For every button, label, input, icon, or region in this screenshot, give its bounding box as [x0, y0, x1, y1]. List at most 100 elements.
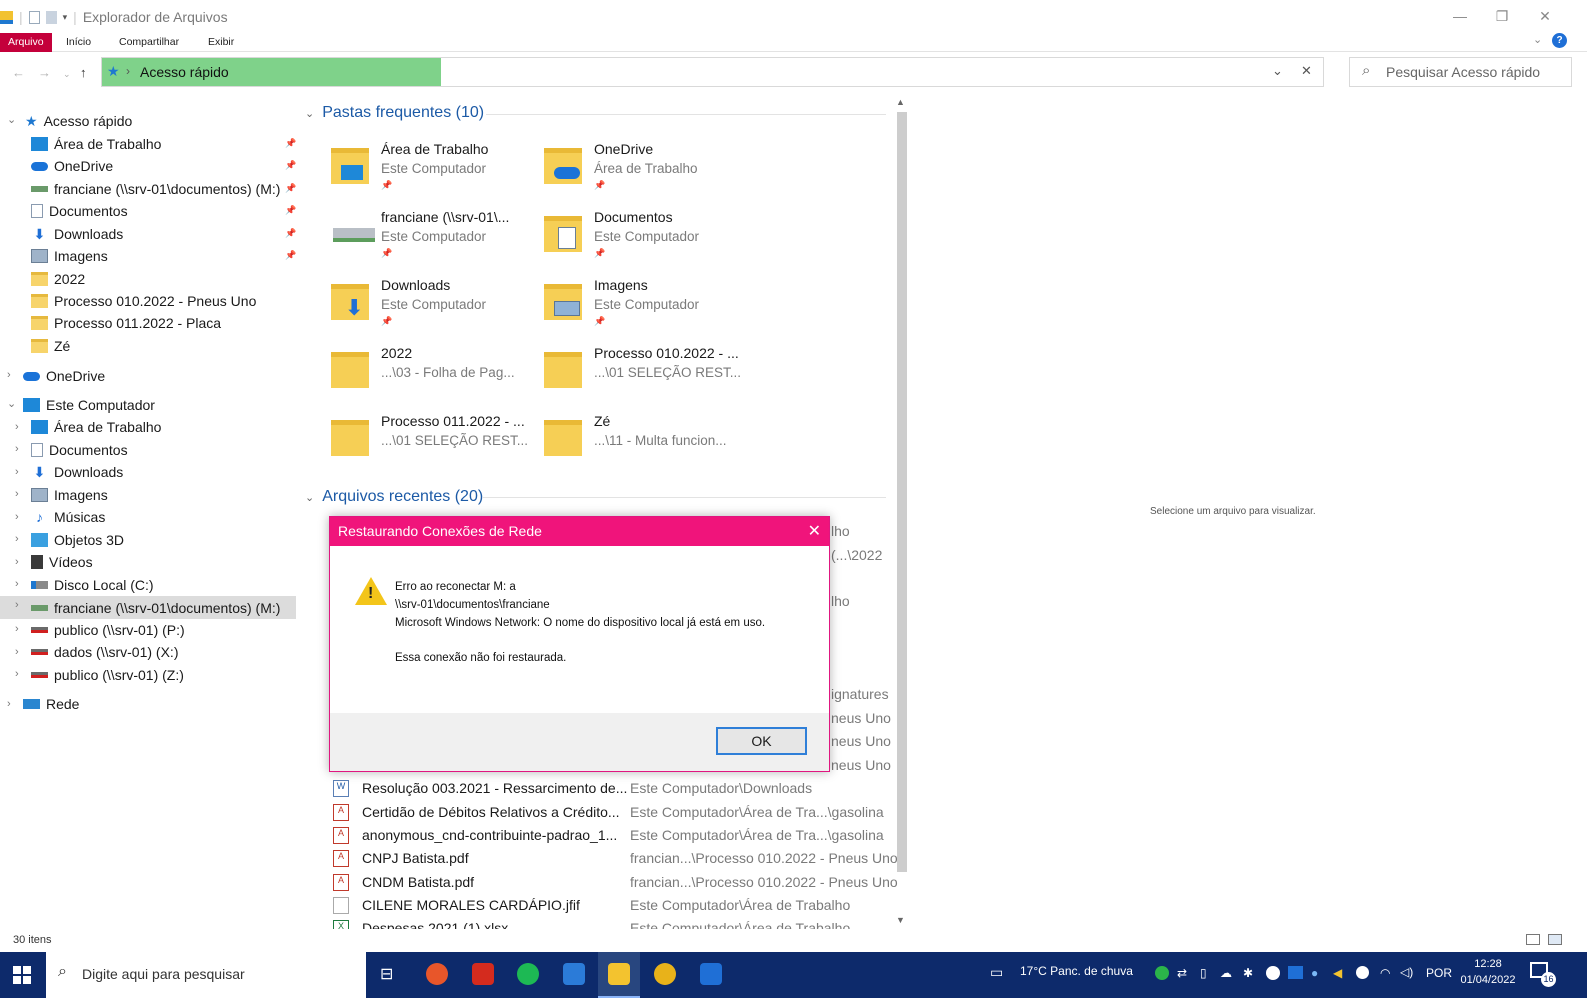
chevron-down-icon[interactable]: ⌄: [7, 113, 16, 126]
recent-locations-icon[interactable]: ⌄: [63, 69, 71, 80]
tray-app-icon[interactable]: ✱: [1243, 966, 1253, 980]
address-dropdown-icon[interactable]: ⌄: [1272, 63, 1283, 79]
acrobat-icon[interactable]: [472, 963, 494, 985]
nav-pc-item-selected[interactable]: › franciane (\\srv-01\documentos) (M:): [0, 596, 296, 619]
nav-pc-item[interactable]: Vídeos: [31, 551, 93, 573]
tray-network-icon[interactable]: ⇄: [1177, 966, 1187, 980]
volume-icon[interactable]: ◁): [1400, 965, 1413, 979]
chevron-right-icon[interactable]: ›: [15, 578, 19, 590]
folder-tile[interactable]: Área de Trabalho Este Computador 📌: [331, 138, 541, 200]
recent-files-header[interactable]: ⌄ Arquivos recentes (20): [305, 488, 483, 506]
chevron-right-icon[interactable]: ›: [15, 668, 19, 680]
customize-qat-icon[interactable]: ▾: [63, 12, 68, 23]
up-icon[interactable]: ↑: [80, 65, 87, 80]
folder-tile[interactable]: Processo 010.2022 - ... ...\01 SELEÇÃO R…: [544, 342, 754, 404]
chevron-right-icon[interactable]: ›: [15, 556, 19, 568]
nav-pc-item[interactable]: Imagens: [31, 484, 108, 506]
chevron-right-icon[interactable]: ›: [15, 623, 19, 635]
nav-network[interactable]: Rede: [23, 693, 79, 715]
calculator-icon[interactable]: [563, 963, 585, 985]
weather-widget[interactable]: 17°C Panc. de chuva: [1020, 964, 1133, 978]
recent-file-row[interactable]: W Resolução 003.2021 - Ressarcimento de.…: [333, 777, 893, 799]
new-folder-icon[interactable]: [45, 10, 57, 24]
ok-button[interactable]: OK: [716, 727, 807, 755]
pin-icon[interactable]: 📌: [285, 138, 296, 149]
tab-arquivo[interactable]: Arquivo: [0, 33, 52, 52]
nav-pc-item[interactable]: Área de Trabalho: [31, 416, 161, 438]
folder-tile[interactable]: ⬇ Downloads Este Computador 📌: [331, 274, 541, 336]
chevron-right-icon[interactable]: ›: [15, 533, 19, 545]
explorer-icon[interactable]: [0, 10, 13, 24]
tray-sync-icon[interactable]: ☁: [1220, 966, 1232, 980]
minimize-button[interactable]: —: [1440, 8, 1480, 24]
pin-icon[interactable]: 📌: [285, 250, 296, 261]
dialog-close-icon[interactable]: ✕: [808, 521, 821, 541]
address-path[interactable]: Acesso rápido: [140, 64, 229, 80]
tray-app-icon[interactable]: [1356, 966, 1369, 979]
nav-pc-item[interactable]: Documentos: [31, 439, 128, 461]
chevron-right-icon[interactable]: ›: [15, 488, 19, 500]
tray-usb-icon[interactable]: ▯: [1200, 966, 1207, 980]
tray-app-icon[interactable]: ●: [1311, 966, 1318, 980]
tray-app-icon[interactable]: ◀: [1333, 966, 1342, 980]
vertical-scrollbar[interactable]: ▲ ▼: [893, 97, 909, 930]
chevron-right-icon[interactable]: ›: [15, 466, 19, 478]
folder-tile[interactable]: OneDrive Área de Trabalho 📌: [544, 138, 754, 200]
folder-tile[interactable]: Imagens Este Computador 📌: [544, 274, 754, 336]
breadcrumb-chevron-icon[interactable]: ›: [126, 64, 130, 78]
forward-icon[interactable]: →: [38, 65, 51, 80]
windows-start-icon[interactable]: [13, 966, 31, 984]
taskbar-search-input[interactable]: ⌕ Digite aqui para pesquisar: [46, 952, 366, 998]
close-button[interactable]: ✕: [1525, 8, 1565, 25]
tab-exibir[interactable]: Exibir: [200, 33, 242, 52]
task-view-icon[interactable]: ⊟: [380, 964, 393, 984]
chevron-right-icon[interactable]: ›: [15, 421, 19, 433]
nav-pc-item[interactable]: ⬇ Downloads: [31, 461, 124, 483]
nav-qa-item[interactable]: OneDrive: [31, 155, 113, 177]
chevron-right-icon[interactable]: ›: [15, 443, 19, 455]
nav-qa-item[interactable]: 2022: [31, 268, 85, 290]
folder-tile[interactable]: Zé ...\11 - Multa funcion...: [544, 410, 754, 472]
tray-outlook-icon[interactable]: [1288, 966, 1303, 979]
address-clear-icon[interactable]: ✕: [1301, 63, 1312, 79]
nav-this-pc[interactable]: Este Computador: [23, 394, 155, 416]
pin-icon[interactable]: 📌: [285, 228, 296, 239]
folder-tile[interactable]: Processo 011.2022 - ... ...\01 SELEÇÃO R…: [331, 410, 541, 472]
nav-pc-item[interactable]: publico (\\srv-01) (Z:): [31, 664, 184, 686]
pin-icon[interactable]: 📌: [285, 183, 296, 194]
nav-pc-item[interactable]: publico (\\srv-01) (P:): [31, 619, 185, 641]
recent-file-row[interactable]: CILENE MORALES CARDÁPIO.jfif Este Comput…: [333, 894, 893, 916]
scrollbar-thumb[interactable]: [897, 112, 907, 872]
recent-file-row[interactable]: A anonymous_cnd-contribuinte-padrao_1...…: [333, 824, 893, 846]
chrome-icon[interactable]: [654, 963, 676, 985]
news-widget-icon[interactable]: ▭: [990, 964, 1003, 981]
help-icon[interactable]: ?: [1552, 33, 1567, 48]
folder-tile[interactable]: Documentos Este Computador 📌: [544, 206, 754, 268]
spotify-icon[interactable]: [517, 963, 539, 985]
chevron-right-icon[interactable]: ›: [15, 599, 19, 611]
scroll-up-icon[interactable]: ▲: [896, 97, 905, 107]
clock[interactable]: 12:28 01/04/2022: [1460, 956, 1516, 988]
wifi-icon[interactable]: ◠: [1380, 966, 1390, 980]
nav-qa-item[interactable]: Documentos: [31, 200, 128, 222]
properties-icon[interactable]: [28, 10, 40, 24]
nav-qa-item[interactable]: Processo 010.2022 - Pneus Uno: [31, 290, 256, 312]
chevron-down-icon[interactable]: ⌄: [7, 397, 16, 410]
language-indicator[interactable]: POR: [1426, 966, 1452, 980]
chevron-right-icon[interactable]: ›: [15, 511, 19, 523]
restore-button[interactable]: ❐: [1482, 8, 1522, 25]
scroll-down-icon[interactable]: ▼: [896, 915, 905, 925]
outlook-icon[interactable]: [700, 963, 722, 985]
tab-compartilhar[interactable]: Compartilhar: [111, 33, 187, 52]
nav-qa-item[interactable]: ⬇ Downloads: [31, 223, 124, 245]
address-bar[interactable]: ★ › Acesso rápido ⌄ ✕: [101, 57, 1324, 87]
chevron-right-icon[interactable]: ›: [7, 369, 11, 381]
tray-app-icon[interactable]: [1155, 966, 1169, 980]
nav-pc-item[interactable]: dados (\\srv-01) (X:): [31, 641, 178, 663]
folder-tile[interactable]: 2022 ...\03 - Folha de Pag...: [331, 342, 541, 404]
nav-qa-item[interactable]: Imagens: [31, 245, 108, 267]
nav-pc-item[interactable]: Disco Local (C:): [31, 574, 154, 596]
recent-file-row[interactable]: A CNPJ Batista.pdf francian...\Processo …: [333, 847, 898, 869]
folder-tile[interactable]: franciane (\\srv-01\... Este Computador …: [331, 206, 541, 268]
pin-icon[interactable]: 📌: [285, 160, 296, 171]
